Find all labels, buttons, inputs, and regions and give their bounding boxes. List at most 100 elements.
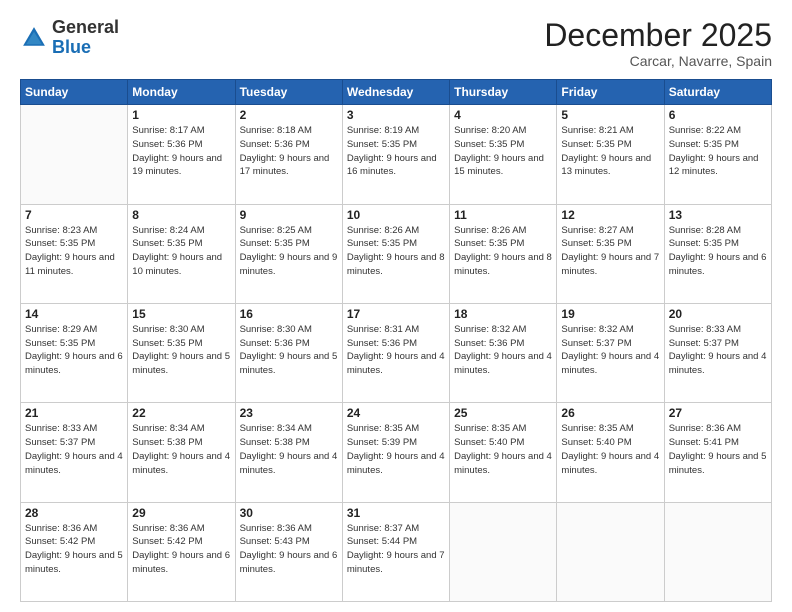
day-number: 6: [669, 108, 767, 122]
table-row: 20 Sunrise: 8:33 AMSunset: 5:37 PMDayligh…: [664, 303, 771, 402]
col-thursday: Thursday: [450, 80, 557, 105]
cell-content: Sunrise: 8:24 AMSunset: 5:35 PMDaylight:…: [132, 224, 230, 279]
cell-content: Sunrise: 8:33 AMSunset: 5:37 PMDaylight:…: [669, 323, 767, 378]
day-number: 4: [454, 108, 552, 122]
col-wednesday: Wednesday: [342, 80, 449, 105]
daylight-text: Daylight: 9 hours and 4 minutes.: [132, 451, 230, 476]
col-sunday: Sunday: [21, 80, 128, 105]
day-number: 5: [561, 108, 659, 122]
day-number: 25: [454, 406, 552, 420]
day-number: 17: [347, 307, 445, 321]
daylight-text: Daylight: 9 hours and 4 minutes.: [561, 451, 659, 476]
table-row: 7Sunrise: 8:23 AMSunset: 5:35 PMDaylight…: [21, 204, 128, 303]
cell-content: Sunrise: 8:35 AMSunset: 5:40 PMDaylight:…: [561, 422, 659, 477]
sunrise-text: Sunrise: 8:36 AM: [240, 523, 312, 534]
location-subtitle: Carcar, Navarre, Spain: [544, 53, 772, 69]
logo-blue-text: Blue: [52, 37, 91, 57]
sunrise-text: Sunrise: 8:23 AM: [25, 225, 97, 236]
cell-content: Sunrise: 8:22 AMSunset: 5:35 PMDaylight:…: [669, 124, 767, 179]
sunset-text: Sunset: 5:35 PM: [561, 238, 631, 249]
daylight-text: Daylight: 9 hours and 9 minutes.: [240, 252, 338, 277]
cell-content: Sunrise: 8:34 AMSunset: 5:38 PMDaylight:…: [132, 422, 230, 477]
logo-text: General Blue: [52, 18, 119, 58]
header: General Blue December 2025 Carcar, Navar…: [20, 18, 772, 69]
daylight-text: Daylight: 9 hours and 4 minutes.: [347, 451, 445, 476]
cell-content: Sunrise: 8:20 AMSunset: 5:35 PMDaylight:…: [454, 124, 552, 179]
calendar-week-5: 28Sunrise: 8:36 AMSunset: 5:42 PMDayligh…: [21, 502, 772, 601]
table-row: 4 Sunrise: 8:20 AMSunset: 5:35 PMDaylight…: [450, 105, 557, 204]
sunset-text: Sunset: 5:35 PM: [454, 139, 524, 150]
daylight-text: Daylight: 9 hours and 4 minutes.: [669, 351, 767, 376]
daylight-text: Daylight: 9 hours and 6 minutes.: [669, 252, 767, 277]
sunrise-text: Sunrise: 8:27 AM: [561, 225, 633, 236]
day-number: 2: [240, 108, 338, 122]
calendar-week-3: 14Sunrise: 8:29 AMSunset: 5:35 PMDayligh…: [21, 303, 772, 402]
daylight-text: Daylight: 9 hours and 5 minutes.: [240, 351, 338, 376]
sunset-text: Sunset: 5:38 PM: [240, 437, 310, 448]
sunset-text: Sunset: 5:42 PM: [25, 536, 95, 547]
day-number: 7: [25, 208, 123, 222]
daylight-text: Daylight: 9 hours and 6 minutes.: [25, 351, 123, 376]
sunrise-text: Sunrise: 8:32 AM: [454, 324, 526, 335]
sunrise-text: Sunrise: 8:28 AM: [669, 225, 741, 236]
calendar-week-4: 21Sunrise: 8:33 AMSunset: 5:37 PMDayligh…: [21, 403, 772, 502]
cell-content: Sunrise: 8:31 AMSunset: 5:36 PMDaylight:…: [347, 323, 445, 378]
sunrise-text: Sunrise: 8:34 AM: [132, 423, 204, 434]
cell-content: Sunrise: 8:18 AMSunset: 5:36 PMDaylight:…: [240, 124, 338, 179]
day-number: 9: [240, 208, 338, 222]
daylight-text: Daylight: 9 hours and 5 minutes.: [669, 451, 767, 476]
sunset-text: Sunset: 5:37 PM: [561, 338, 631, 349]
day-number: 30: [240, 506, 338, 520]
daylight-text: Daylight: 9 hours and 4 minutes.: [240, 451, 338, 476]
day-number: 20: [669, 307, 767, 321]
cell-content: Sunrise: 8:32 AMSunset: 5:36 PMDaylight:…: [454, 323, 552, 378]
table-row: 13Sunrise: 8:28 AMSunset: 5:35 PMDayligh…: [664, 204, 771, 303]
daylight-text: Daylight: 9 hours and 16 minutes.: [347, 153, 437, 178]
sunset-text: Sunset: 5:40 PM: [561, 437, 631, 448]
table-row: 12Sunrise: 8:27 AMSunset: 5:35 PMDayligh…: [557, 204, 664, 303]
col-friday: Friday: [557, 80, 664, 105]
table-row: 2 Sunrise: 8:18 AMSunset: 5:36 PMDaylight…: [235, 105, 342, 204]
sunrise-text: Sunrise: 8:35 AM: [347, 423, 419, 434]
cell-content: Sunrise: 8:32 AMSunset: 5:37 PMDaylight:…: [561, 323, 659, 378]
daylight-text: Daylight: 9 hours and 4 minutes.: [454, 351, 552, 376]
sunrise-text: Sunrise: 8:30 AM: [132, 324, 204, 335]
day-number: 1: [132, 108, 230, 122]
col-monday: Monday: [128, 80, 235, 105]
daylight-text: Daylight: 9 hours and 6 minutes.: [240, 550, 338, 575]
table-row: 8Sunrise: 8:24 AMSunset: 5:35 PMDaylight…: [128, 204, 235, 303]
daylight-text: Daylight: 9 hours and 4 minutes.: [454, 451, 552, 476]
cell-content: Sunrise: 8:36 AMSunset: 5:42 PMDaylight:…: [132, 522, 230, 577]
table-row: 22 Sunrise: 8:34 AMSunset: 5:38 PMDayligh…: [128, 403, 235, 502]
day-number: 19: [561, 307, 659, 321]
daylight-text: Daylight: 9 hours and 13 minutes.: [561, 153, 651, 178]
sunset-text: Sunset: 5:40 PM: [454, 437, 524, 448]
table-row: [664, 502, 771, 601]
cell-content: Sunrise: 8:37 AMSunset: 5:44 PMDaylight:…: [347, 522, 445, 577]
daylight-text: Daylight: 9 hours and 7 minutes.: [347, 550, 445, 575]
day-number: 27: [669, 406, 767, 420]
table-row: 29Sunrise: 8:36 AMSunset: 5:42 PMDayligh…: [128, 502, 235, 601]
sunrise-text: Sunrise: 8:32 AM: [561, 324, 633, 335]
table-row: 19Sunrise: 8:32 AMSunset: 5:37 PMDayligh…: [557, 303, 664, 402]
sunset-text: Sunset: 5:35 PM: [132, 338, 202, 349]
cell-content: Sunrise: 8:26 AMSunset: 5:35 PMDaylight:…: [347, 224, 445, 279]
table-row: 10 Sunrise: 8:26 AMSunset: 5:35 PMDayligh…: [342, 204, 449, 303]
sunset-text: Sunset: 5:35 PM: [347, 139, 417, 150]
table-row: 23Sunrise: 8:34 AMSunset: 5:38 PMDayligh…: [235, 403, 342, 502]
sunset-text: Sunset: 5:35 PM: [669, 238, 739, 249]
sunrise-text: Sunrise: 8:36 AM: [132, 523, 204, 534]
sunset-text: Sunset: 5:36 PM: [132, 139, 202, 150]
daylight-text: Daylight: 9 hours and 17 minutes.: [240, 153, 330, 178]
sunrise-text: Sunrise: 8:26 AM: [454, 225, 526, 236]
sunset-text: Sunset: 5:35 PM: [25, 238, 95, 249]
day-number: 15: [132, 307, 230, 321]
day-number: 16: [240, 307, 338, 321]
cell-content: Sunrise: 8:21 AMSunset: 5:35 PMDaylight:…: [561, 124, 659, 179]
sunset-text: Sunset: 5:42 PM: [132, 536, 202, 547]
day-number: 10: [347, 208, 445, 222]
sunrise-text: Sunrise: 8:35 AM: [454, 423, 526, 434]
sunrise-text: Sunrise: 8:33 AM: [25, 423, 97, 434]
day-number: 22: [132, 406, 230, 420]
sunset-text: Sunset: 5:36 PM: [240, 139, 310, 150]
